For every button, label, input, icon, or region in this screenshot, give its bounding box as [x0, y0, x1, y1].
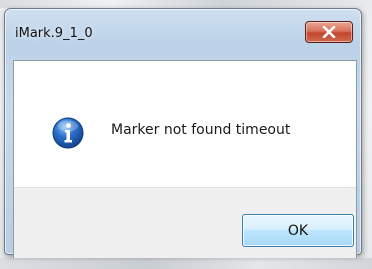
background-bottom	[0, 258, 372, 269]
window-title: iMark.9_1_0	[15, 26, 93, 41]
info-icon	[52, 117, 84, 149]
message-dialog-window: iMark.9_1_0 Marker not found timeout OK	[4, 8, 362, 258]
dialog-message: Marker not found timeout	[111, 122, 291, 138]
ok-button[interactable]: OK	[242, 214, 354, 247]
close-icon	[322, 26, 336, 38]
close-button[interactable]	[305, 21, 353, 43]
background-top	[0, 0, 372, 8]
dialog-content: Marker not found timeout OK	[13, 60, 357, 258]
